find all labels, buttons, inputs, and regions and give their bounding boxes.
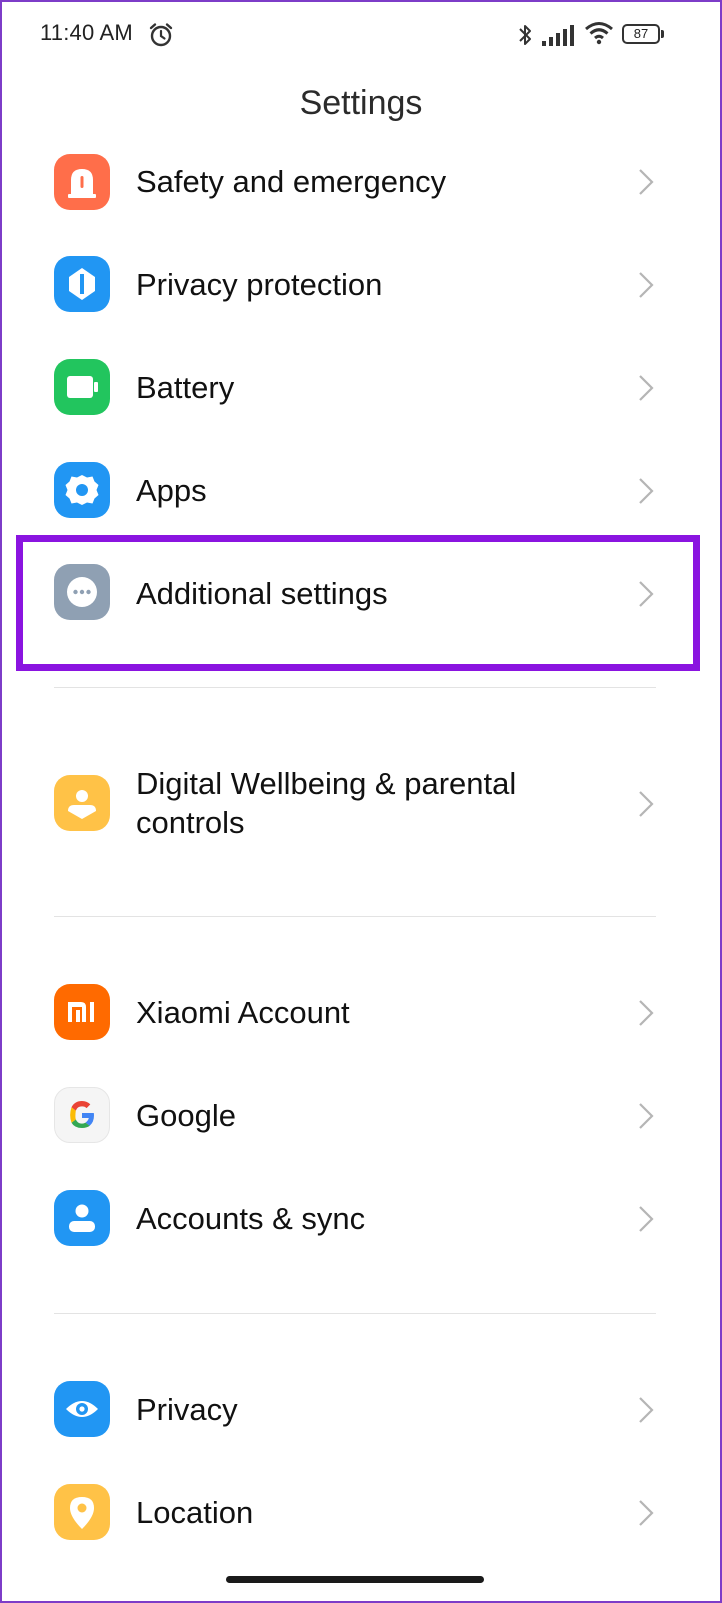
chevron-right-icon — [639, 478, 654, 504]
page-title: Settings — [299, 84, 423, 122]
battery-icon: 87 — [622, 24, 660, 44]
section-divider — [54, 687, 656, 688]
settings-item-label: Xiaomi Account — [136, 995, 350, 1030]
signal-icon — [542, 25, 574, 46]
chevron-right-icon — [639, 1397, 654, 1423]
alarm-icon — [149, 23, 173, 47]
settings-item-label: Safety and emergency — [136, 164, 447, 199]
settings-item-digital-wellbeing[interactable]: Digital Wellbeing & parental controls — [2, 754, 720, 854]
wifi-icon — [585, 22, 613, 45]
chevron-right-icon — [639, 1000, 654, 1026]
battery-nub — [661, 30, 664, 38]
section-divider — [54, 916, 656, 917]
eye-icon — [54, 1381, 110, 1437]
chevron-right-icon — [639, 791, 654, 817]
chevron-right-icon — [639, 581, 654, 607]
safety-icon — [54, 154, 110, 210]
chevron-right-icon — [639, 272, 654, 298]
home-indicator[interactable] — [226, 1576, 484, 1583]
settings-item-xiaomi-account[interactable]: Xiaomi Account — [2, 965, 720, 1061]
settings-item-location[interactable]: Location — [2, 1465, 720, 1561]
chevron-right-icon — [639, 1500, 654, 1526]
settings-item-label: Digital Wellbeing & parental controls — [136, 766, 517, 840]
section-divider — [54, 1313, 656, 1314]
gear-icon — [54, 462, 110, 518]
settings-item-label: Privacy protection — [136, 267, 383, 302]
location-pin-icon — [54, 1484, 110, 1540]
settings-item-label: Additional settings — [136, 576, 388, 611]
settings-item-label: Location — [136, 1495, 254, 1530]
chevron-right-icon — [639, 169, 654, 195]
settings-item-label: Privacy — [136, 1392, 238, 1427]
privacy-protection-icon — [54, 256, 110, 312]
chevron-right-icon — [639, 1103, 654, 1129]
settings-item-label: Accounts & sync — [136, 1201, 366, 1236]
wellbeing-icon — [54, 775, 110, 831]
settings-item-battery[interactable]: Battery — [2, 340, 720, 436]
mi-icon — [54, 984, 110, 1040]
settings-item-label: Apps — [136, 473, 207, 508]
settings-item-safety-and-emergency[interactable]: Safety and emergency — [2, 134, 720, 230]
settings-item-label: Battery — [136, 370, 235, 405]
bluetooth-icon — [519, 25, 531, 45]
google-icon — [54, 1087, 110, 1143]
battery-icon — [54, 359, 110, 415]
status-time: 11:40 AM — [40, 20, 133, 45]
status-bar: 11:40 AM 87 — [2, 2, 720, 70]
account-icon — [54, 1190, 110, 1246]
chevron-right-icon — [639, 1206, 654, 1232]
settings-item-additional-settings[interactable]: Additional settings — [2, 546, 720, 642]
settings-item-apps[interactable]: Apps — [2, 443, 720, 539]
chevron-right-icon — [639, 375, 654, 401]
settings-item-label: Google — [136, 1098, 236, 1133]
settings-item-privacy[interactable]: Privacy — [2, 1362, 720, 1458]
more-dots-icon — [54, 564, 110, 620]
settings-item-privacy-protection[interactable]: Privacy protection — [2, 237, 720, 333]
settings-item-google[interactable]: Google — [2, 1068, 720, 1164]
settings-item-accounts-and-sync[interactable]: Accounts & sync — [2, 1171, 720, 1267]
settings-screen: 11:40 AM 87 Settings Safety and emergenc… — [0, 0, 722, 1603]
